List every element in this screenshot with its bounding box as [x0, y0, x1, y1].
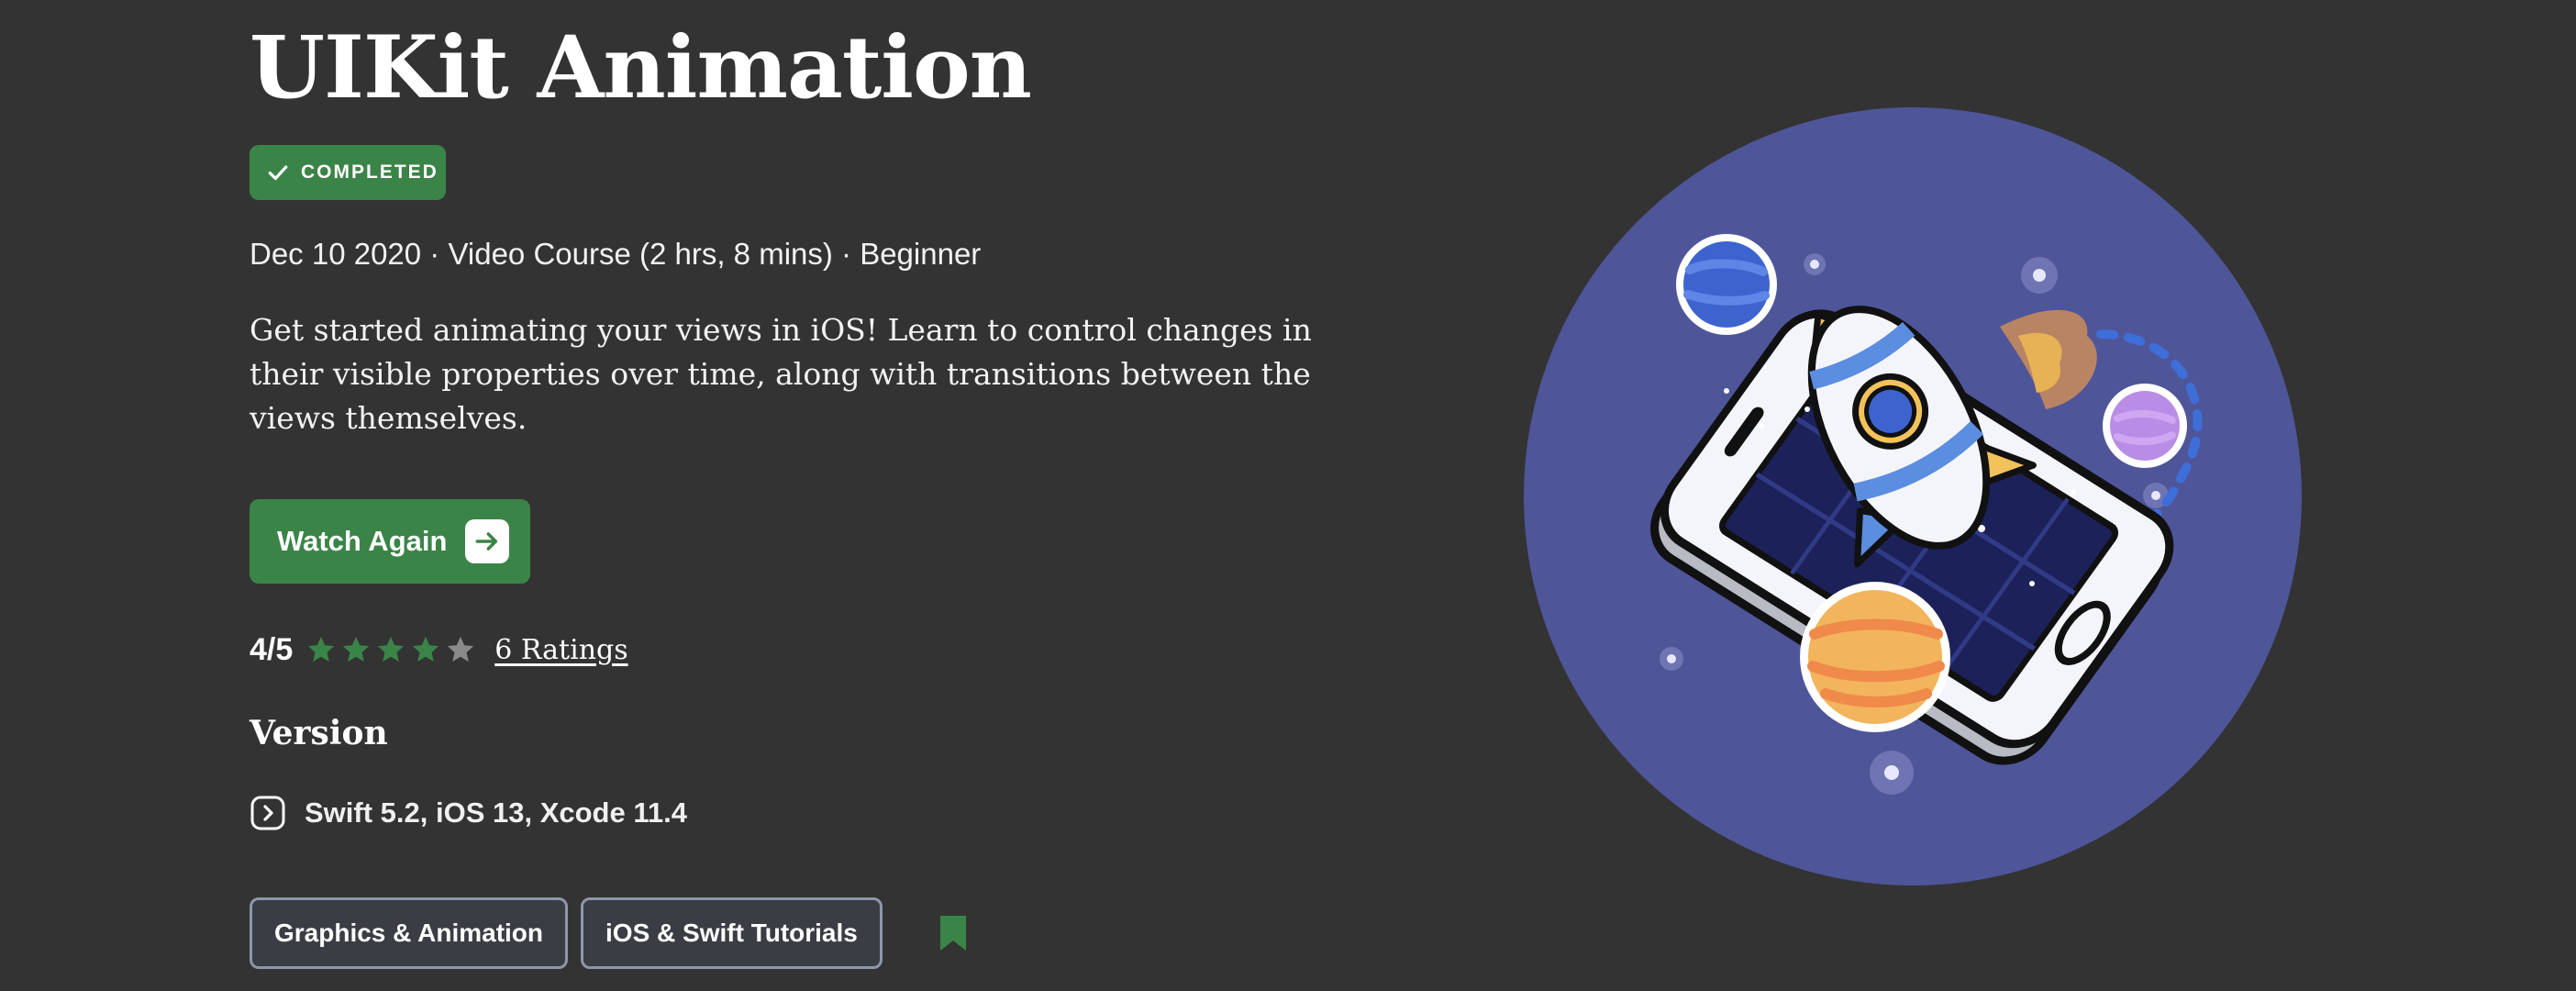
- version-row: Swift 5.2, iOS 13, Xcode 11.4: [250, 795, 687, 831]
- star-icon: [378, 636, 405, 663]
- rating-score: 4/5: [250, 631, 294, 667]
- star-icon: [448, 636, 474, 663]
- bookmark-icon[interactable]: [938, 914, 969, 952]
- page-title: UIKit Animation: [250, 17, 1032, 118]
- chevron-right-icon: [250, 796, 285, 830]
- checkmark-icon: [268, 165, 288, 181]
- watch-again-button[interactable]: Watch Again: [250, 499, 530, 584]
- ratings-link[interactable]: 6 Ratings: [494, 634, 627, 666]
- course-meta: Dec 10 2020 · Video Course (2 hrs, 8 min…: [250, 237, 982, 271]
- course-description: Get started animating your views in iOS!…: [250, 312, 1312, 436]
- star-icon: [343, 636, 370, 663]
- arrow-right-icon: [465, 519, 510, 563]
- star-icon: [413, 636, 439, 663]
- version-text: Swift 5.2, iOS 13, Xcode 11.4: [305, 796, 687, 829]
- hero-illustration: [1524, 107, 2302, 885]
- watch-again-label: Watch Again: [277, 525, 448, 557]
- star-icon: [308, 636, 335, 663]
- tag-list: Graphics & Animation iOS & Swift Tutoria…: [250, 897, 969, 969]
- status-badge-label: COMPLETED: [301, 161, 439, 183]
- rating-stars: [305, 634, 476, 665]
- version-heading: Version: [250, 714, 388, 752]
- tag-graphics-animation[interactable]: Graphics & Animation: [250, 897, 569, 969]
- status-badge: COMPLETED: [250, 145, 446, 200]
- rating-row: 4/5 6 Ratings: [250, 629, 628, 670]
- tag-ios-swift-tutorials[interactable]: iOS & Swift Tutorials: [581, 897, 883, 969]
